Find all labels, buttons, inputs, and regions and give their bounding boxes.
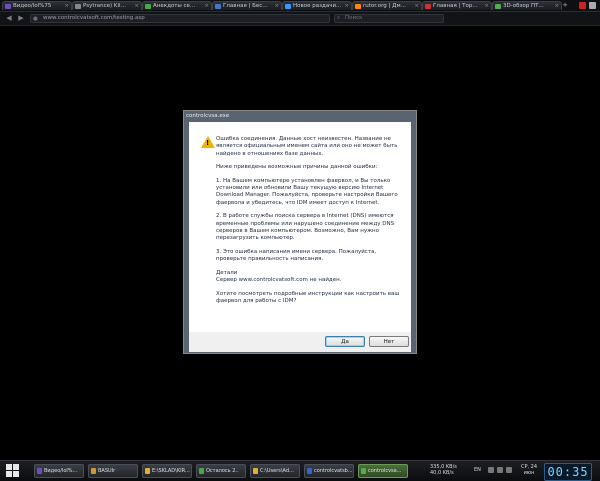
- taskbar-item[interactable]: BASUIr: [88, 464, 138, 478]
- tab-label: 3D-обзор ПТ...: [503, 3, 544, 9]
- volume-icon[interactable]: [488, 467, 494, 473]
- new-tab-button[interactable]: +: [560, 1, 570, 10]
- addon-icon[interactable]: [579, 2, 586, 9]
- flag-icon[interactable]: [506, 467, 512, 473]
- clock[interactable]: 00:35: [544, 463, 592, 481]
- cause-3: 3. Это ошибка написания имени сервера. П…: [216, 248, 377, 263]
- folder-icon: [253, 468, 258, 474]
- favicon-icon: [355, 4, 361, 9]
- app-icon: [91, 468, 96, 474]
- date-month: июн: [523, 470, 535, 476]
- browser-tab[interactable]: Анекдоты се... ×: [142, 1, 212, 10]
- taskbar-label: E:\SKLAD\KIR...: [152, 468, 190, 474]
- close-icon[interactable]: ×: [134, 2, 139, 10]
- browser-tab[interactable]: Видео/lol%75 ×: [2, 1, 72, 10]
- browser-tab[interactable]: Новое раздачи... ×: [282, 1, 352, 10]
- cause-2: 2. В работе службы поиска сервера в Inte…: [216, 213, 395, 242]
- details-text: Детали Сервер www.controlcvatsoft.com не…: [216, 269, 342, 284]
- cause-1: 1. На Вашем компьютере установлен фаерво…: [216, 177, 398, 206]
- browser-tab-strip: Видео/lol%75 × Psytrance) Kil... × Анекдот…: [0, 0, 600, 12]
- taskbar-item[interactable]: controlcvatsb...: [304, 464, 354, 478]
- favicon-icon: [425, 4, 431, 9]
- taskbar-item[interactable]: Видео/lol%...: [34, 464, 84, 478]
- error-dialog: controlcvsa.exe ! Ошибка соединения. Дан…: [183, 110, 417, 354]
- browser-tab[interactable]: Psytrance) Kil... ×: [72, 1, 142, 10]
- no-button[interactable]: Нет: [369, 336, 409, 347]
- dialog-title: controlcvsa.exe: [186, 113, 230, 119]
- taskbar-label: BASUIr: [98, 468, 116, 474]
- browser-tab[interactable]: rutor.org | Дм... ×: [352, 1, 422, 10]
- favicon-icon: [5, 4, 11, 9]
- close-icon[interactable]: ×: [274, 2, 279, 10]
- taskbar-item-active[interactable]: controlcvsa...: [358, 464, 408, 478]
- network-speed: 335,0 KB/s 40,0 KB/s: [430, 464, 457, 476]
- close-icon[interactable]: ×: [64, 2, 69, 10]
- favicon-icon: [495, 4, 501, 9]
- error-message: Ошибка соединения. Данные хост неизвесте…: [216, 136, 398, 157]
- app-icon: [37, 468, 42, 474]
- taskbar-item[interactable]: E:\SKLAD\KIR...: [142, 464, 192, 478]
- question-text: Хотите посмотреть подробные инструкции к…: [216, 290, 400, 304]
- favicon-icon: [285, 4, 291, 9]
- app-icon: [361, 468, 366, 474]
- search-icon: ⌕: [337, 15, 341, 21]
- network-icon[interactable]: [497, 467, 503, 473]
- taskbar-item[interactable]: C:\Users\Ad...: [250, 464, 300, 478]
- favicon-icon: [75, 4, 81, 9]
- download-speed: 40,0 KB/s: [430, 470, 454, 476]
- search-placeholder: Поиск: [345, 15, 363, 21]
- folder-icon: [145, 468, 150, 474]
- address-bar[interactable]: ● www.controlcvatsoft.com/testing.asp: [30, 14, 330, 23]
- dialog-footer: Да Нет: [189, 332, 411, 352]
- url-text: www.controlcvatsoft.com/testing.asp: [43, 15, 145, 21]
- close-icon[interactable]: ×: [554, 2, 559, 10]
- yes-button[interactable]: Да: [325, 336, 365, 347]
- close-icon[interactable]: ×: [204, 2, 209, 10]
- browser-tab[interactable]: Главная | Бес... ×: [212, 1, 282, 10]
- favicon-icon: [215, 4, 221, 9]
- app-icon: [307, 468, 312, 474]
- close-icon[interactable]: ×: [414, 2, 419, 10]
- tab-label: Psytrance) Kil...: [83, 3, 126, 9]
- menu-icon[interactable]: [589, 2, 596, 9]
- close-icon[interactable]: ×: [344, 2, 349, 10]
- taskbar-label: Осталось 2..: [206, 468, 239, 474]
- forward-icon[interactable]: ▶: [16, 14, 26, 23]
- close-icon[interactable]: ×: [484, 2, 489, 10]
- taskbar-label: C:\Users\Ad...: [260, 468, 294, 474]
- tab-label: Главная | Тор...: [433, 3, 478, 9]
- browser-tab[interactable]: Главная | Тор... ×: [422, 1, 492, 10]
- dialog-body: ! Ошибка соединения. Данные хост неизвес…: [189, 122, 411, 332]
- back-icon[interactable]: ◀: [4, 14, 14, 23]
- taskbar-label: controlcvatsb...: [314, 468, 353, 474]
- warning-mark: !: [206, 139, 210, 147]
- taskbar-label: controlcvsa...: [368, 468, 402, 474]
- language-indicator[interactable]: EN: [474, 467, 481, 473]
- browser-nav-bar: ◀ ▶ ● www.controlcvatsoft.com/testing.asp…: [0, 12, 600, 26]
- windows-start-icon[interactable]: [6, 464, 20, 478]
- search-input[interactable]: ⌕ Поиск: [334, 14, 444, 23]
- app-icon: [199, 468, 204, 474]
- browser-toolbar-icons: [579, 1, 596, 10]
- date-display: СР, 24 июн: [518, 464, 540, 476]
- tray-icons: [488, 467, 512, 473]
- tab-label: Главная | Бес...: [223, 3, 268, 9]
- taskbar-item[interactable]: Осталось 2..: [196, 464, 246, 478]
- favicon-icon: [145, 4, 151, 9]
- tab-label: Анекдоты се...: [153, 3, 196, 9]
- tab-label: Видео/lol%75: [13, 3, 52, 9]
- browser-tab[interactable]: 3D-обзор ПТ... ×: [492, 1, 562, 10]
- taskbar: Видео/lol%... BASUIr E:\SKLAD\KIR... Ост…: [0, 460, 600, 481]
- globe-icon: ●: [33, 16, 38, 22]
- tab-label: Новое раздачи...: [293, 3, 342, 9]
- causes-heading: Ниже приведены возможные причины данной …: [216, 164, 378, 171]
- taskbar-label: Видео/lol%...: [44, 468, 78, 474]
- tab-label: rutor.org | Дм...: [363, 3, 406, 9]
